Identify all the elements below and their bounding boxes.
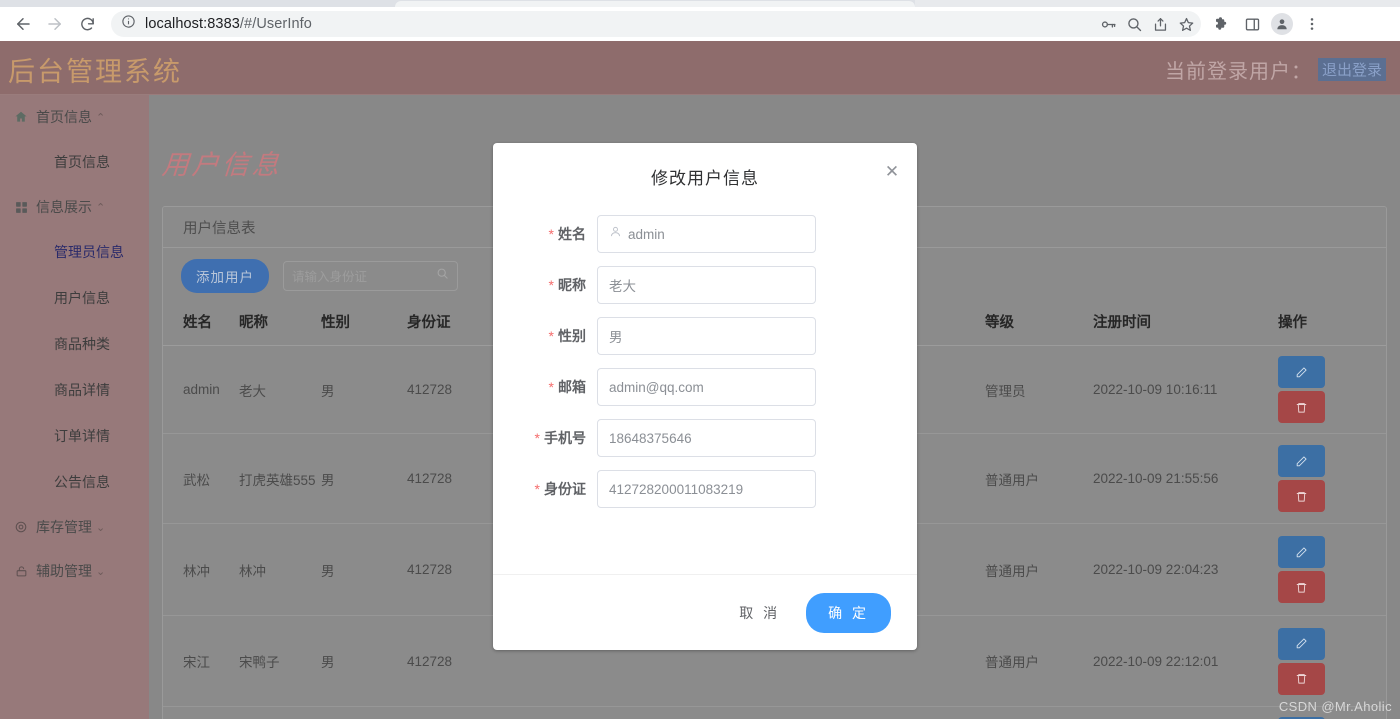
form-label-gender: *性别 <box>493 326 597 346</box>
address-bar[interactable]: localhost:8383/#/UserInfo <box>111 11 1201 37</box>
application-root: 后台管理系统 当前登录用户： 退出登录 首页信息 ⌃ 首页信息 信息展示 ⌃ 管… <box>0 41 1400 719</box>
required-asterisk: * <box>549 277 554 293</box>
form-row-email: *邮箱 admin@qq.com <box>493 368 917 406</box>
nickname-field-value: 老大 <box>609 275 636 295</box>
form-row-nickname: *昵称 老大 <box>493 266 917 304</box>
reload-icon[interactable] <box>73 10 101 38</box>
browser-nav-bar: localhost:8383/#/UserInfo <box>0 7 1400 41</box>
confirm-button[interactable]: 确 定 <box>806 593 891 633</box>
form-label-idcard: *身份证 <box>493 479 597 499</box>
profile-avatar-icon[interactable] <box>1267 10 1297 38</box>
phone-field[interactable]: 18648375646 <box>597 419 816 457</box>
email-field[interactable]: admin@qq.com <box>597 368 816 406</box>
name-field[interactable]: admin <box>597 215 816 253</box>
back-arrow-icon[interactable] <box>9 10 37 38</box>
csdn-watermark: CSDN @Mr.Aholic <box>1279 699 1392 714</box>
form-label-nickname: *昵称 <box>493 275 597 295</box>
three-dot-menu-icon[interactable] <box>1297 10 1327 38</box>
gender-field[interactable]: 男 <box>597 317 816 355</box>
form-row-idcard: *身份证 412728200011083219 <box>493 470 917 508</box>
gender-field-value: 男 <box>609 326 623 346</box>
form-label-phone: *手机号 <box>493 428 597 448</box>
browser-tab-strip <box>0 0 1400 7</box>
side-panel-icon[interactable] <box>1237 10 1267 38</box>
modal-title: 修改用户信息 <box>493 143 917 189</box>
modal-overlay: 修改用户信息 ✕ *姓名 admin *昵称 老大 <box>0 41 1400 719</box>
zoom-search-icon[interactable] <box>1121 11 1147 37</box>
avatar <box>1271 13 1293 35</box>
form-row-gender: *性别 男 <box>493 317 917 355</box>
nickname-field[interactable]: 老大 <box>597 266 816 304</box>
edit-user-modal: 修改用户信息 ✕ *姓名 admin *昵称 老大 <box>493 143 917 650</box>
required-asterisk: * <box>549 379 554 395</box>
info-circle-icon[interactable] <box>121 14 136 34</box>
form-row-name: *姓名 admin <box>493 215 917 253</box>
browser-toolbar-right <box>1207 10 1327 38</box>
idcard-field-value: 412728200011083219 <box>609 482 743 497</box>
idcard-field[interactable]: 412728200011083219 <box>597 470 816 508</box>
form-row-phone: *手机号 18648375646 <box>493 419 917 457</box>
extensions-puzzle-icon[interactable] <box>1207 10 1237 38</box>
email-field-value: admin@qq.com <box>609 380 704 395</box>
cancel-button[interactable]: 取 消 <box>723 594 796 632</box>
share-icon[interactable] <box>1147 11 1173 37</box>
modal-form: *姓名 admin *昵称 老大 *性别 <box>493 189 917 508</box>
bookmark-star-icon[interactable] <box>1173 11 1199 37</box>
modal-footer: 取 消 确 定 <box>493 574 917 650</box>
phone-field-value: 18648375646 <box>609 431 692 446</box>
required-asterisk: * <box>535 481 540 497</box>
user-icon <box>609 225 622 243</box>
browser-chrome: localhost:8383/#/UserInfo <box>0 0 1400 41</box>
form-label-name: *姓名 <box>493 224 597 244</box>
tab-strip-filler <box>915 0 1400 7</box>
forward-arrow-icon[interactable] <box>41 10 69 38</box>
required-asterisk: * <box>535 430 540 446</box>
form-label-email: *邮箱 <box>493 377 597 397</box>
omnibox-actions <box>1095 11 1199 37</box>
required-asterisk: * <box>549 328 554 344</box>
close-x-icon[interactable]: ✕ <box>882 161 902 181</box>
password-key-icon[interactable] <box>1095 11 1121 37</box>
address-bar-url: localhost:8383/#/UserInfo <box>145 16 312 32</box>
required-asterisk: * <box>549 226 554 242</box>
name-field-value: admin <box>628 227 665 242</box>
